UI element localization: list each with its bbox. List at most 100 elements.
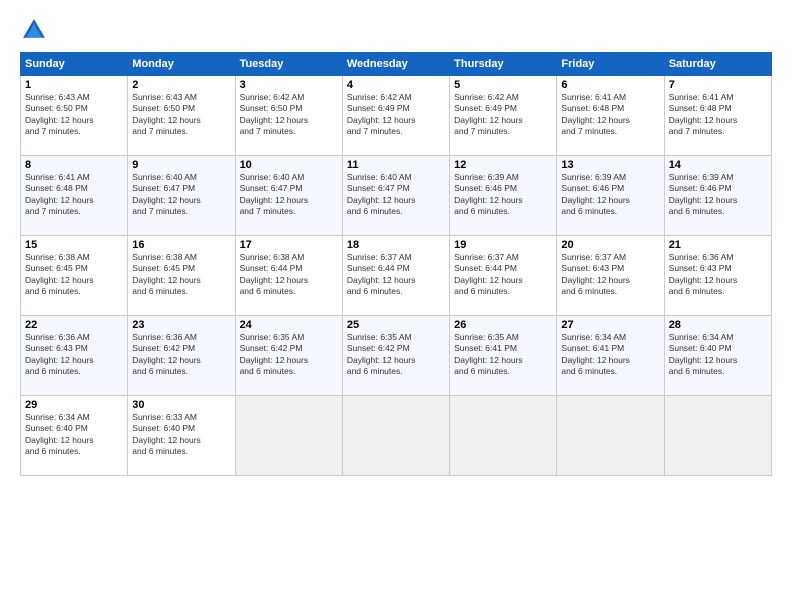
day-info: Sunrise: 6:40 AMSunset: 6:47 PMDaylight:… bbox=[347, 172, 445, 218]
day-cell bbox=[342, 396, 449, 476]
day-number: 10 bbox=[240, 159, 338, 171]
day-number: 5 bbox=[454, 79, 552, 91]
day-cell: 5Sunrise: 6:42 AMSunset: 6:49 PMDaylight… bbox=[450, 76, 557, 156]
day-number: 14 bbox=[669, 159, 767, 171]
week-row-5: 29Sunrise: 6:34 AMSunset: 6:40 PMDayligh… bbox=[21, 396, 772, 476]
day-cell: 25Sunrise: 6:35 AMSunset: 6:42 PMDayligh… bbox=[342, 316, 449, 396]
day-info: Sunrise: 6:38 AMSunset: 6:45 PMDaylight:… bbox=[132, 252, 230, 298]
day-cell: 16Sunrise: 6:38 AMSunset: 6:45 PMDayligh… bbox=[128, 236, 235, 316]
day-info: Sunrise: 6:35 AMSunset: 6:41 PMDaylight:… bbox=[454, 332, 552, 378]
day-cell: 28Sunrise: 6:34 AMSunset: 6:40 PMDayligh… bbox=[664, 316, 771, 396]
week-row-2: 8Sunrise: 6:41 AMSunset: 6:48 PMDaylight… bbox=[21, 156, 772, 236]
day-number: 15 bbox=[25, 239, 123, 251]
col-header-wednesday: Wednesday bbox=[342, 53, 449, 76]
day-info: Sunrise: 6:36 AMSunset: 6:43 PMDaylight:… bbox=[25, 332, 123, 378]
day-number: 12 bbox=[454, 159, 552, 171]
day-info: Sunrise: 6:37 AMSunset: 6:44 PMDaylight:… bbox=[347, 252, 445, 298]
col-header-saturday: Saturday bbox=[664, 53, 771, 76]
day-info: Sunrise: 6:39 AMSunset: 6:46 PMDaylight:… bbox=[561, 172, 659, 218]
day-number: 23 bbox=[132, 319, 230, 331]
logo bbox=[20, 16, 52, 44]
week-row-4: 22Sunrise: 6:36 AMSunset: 6:43 PMDayligh… bbox=[21, 316, 772, 396]
day-info: Sunrise: 6:34 AMSunset: 6:41 PMDaylight:… bbox=[561, 332, 659, 378]
day-cell: 6Sunrise: 6:41 AMSunset: 6:48 PMDaylight… bbox=[557, 76, 664, 156]
day-info: Sunrise: 6:35 AMSunset: 6:42 PMDaylight:… bbox=[240, 332, 338, 378]
day-cell bbox=[235, 396, 342, 476]
day-number: 9 bbox=[132, 159, 230, 171]
day-cell: 9Sunrise: 6:40 AMSunset: 6:47 PMDaylight… bbox=[128, 156, 235, 236]
day-info: Sunrise: 6:33 AMSunset: 6:40 PMDaylight:… bbox=[132, 412, 230, 458]
day-number: 27 bbox=[561, 319, 659, 331]
day-cell: 11Sunrise: 6:40 AMSunset: 6:47 PMDayligh… bbox=[342, 156, 449, 236]
day-number: 18 bbox=[347, 239, 445, 251]
day-info: Sunrise: 6:43 AMSunset: 6:50 PMDaylight:… bbox=[132, 92, 230, 138]
day-info: Sunrise: 6:35 AMSunset: 6:42 PMDaylight:… bbox=[347, 332, 445, 378]
day-cell bbox=[664, 396, 771, 476]
day-number: 11 bbox=[347, 159, 445, 171]
day-cell: 2Sunrise: 6:43 AMSunset: 6:50 PMDaylight… bbox=[128, 76, 235, 156]
day-cell: 15Sunrise: 6:38 AMSunset: 6:45 PMDayligh… bbox=[21, 236, 128, 316]
day-number: 2 bbox=[132, 79, 230, 91]
day-cell: 30Sunrise: 6:33 AMSunset: 6:40 PMDayligh… bbox=[128, 396, 235, 476]
week-row-3: 15Sunrise: 6:38 AMSunset: 6:45 PMDayligh… bbox=[21, 236, 772, 316]
col-header-friday: Friday bbox=[557, 53, 664, 76]
day-info: Sunrise: 6:36 AMSunset: 6:43 PMDaylight:… bbox=[669, 252, 767, 298]
day-number: 3 bbox=[240, 79, 338, 91]
day-number: 26 bbox=[454, 319, 552, 331]
day-number: 30 bbox=[132, 399, 230, 411]
header-row: SundayMondayTuesdayWednesdayThursdayFrid… bbox=[21, 53, 772, 76]
day-cell: 8Sunrise: 6:41 AMSunset: 6:48 PMDaylight… bbox=[21, 156, 128, 236]
day-number: 29 bbox=[25, 399, 123, 411]
day-info: Sunrise: 6:36 AMSunset: 6:42 PMDaylight:… bbox=[132, 332, 230, 378]
day-cell: 21Sunrise: 6:36 AMSunset: 6:43 PMDayligh… bbox=[664, 236, 771, 316]
day-cell: 24Sunrise: 6:35 AMSunset: 6:42 PMDayligh… bbox=[235, 316, 342, 396]
day-cell: 10Sunrise: 6:40 AMSunset: 6:47 PMDayligh… bbox=[235, 156, 342, 236]
col-header-sunday: Sunday bbox=[21, 53, 128, 76]
day-cell: 23Sunrise: 6:36 AMSunset: 6:42 PMDayligh… bbox=[128, 316, 235, 396]
day-cell bbox=[557, 396, 664, 476]
day-cell: 27Sunrise: 6:34 AMSunset: 6:41 PMDayligh… bbox=[557, 316, 664, 396]
day-number: 6 bbox=[561, 79, 659, 91]
calendar-table: SundayMondayTuesdayWednesdayThursdayFrid… bbox=[20, 52, 772, 476]
day-info: Sunrise: 6:40 AMSunset: 6:47 PMDaylight:… bbox=[240, 172, 338, 218]
day-info: Sunrise: 6:37 AMSunset: 6:44 PMDaylight:… bbox=[454, 252, 552, 298]
day-number: 13 bbox=[561, 159, 659, 171]
logo-icon bbox=[20, 16, 48, 44]
day-cell: 4Sunrise: 6:42 AMSunset: 6:49 PMDaylight… bbox=[342, 76, 449, 156]
day-cell: 20Sunrise: 6:37 AMSunset: 6:43 PMDayligh… bbox=[557, 236, 664, 316]
col-header-thursday: Thursday bbox=[450, 53, 557, 76]
day-info: Sunrise: 6:41 AMSunset: 6:48 PMDaylight:… bbox=[669, 92, 767, 138]
day-number: 4 bbox=[347, 79, 445, 91]
day-number: 17 bbox=[240, 239, 338, 251]
day-cell: 18Sunrise: 6:37 AMSunset: 6:44 PMDayligh… bbox=[342, 236, 449, 316]
day-number: 7 bbox=[669, 79, 767, 91]
day-info: Sunrise: 6:38 AMSunset: 6:45 PMDaylight:… bbox=[25, 252, 123, 298]
day-cell: 7Sunrise: 6:41 AMSunset: 6:48 PMDaylight… bbox=[664, 76, 771, 156]
day-cell: 12Sunrise: 6:39 AMSunset: 6:46 PMDayligh… bbox=[450, 156, 557, 236]
col-header-tuesday: Tuesday bbox=[235, 53, 342, 76]
day-cell: 17Sunrise: 6:38 AMSunset: 6:44 PMDayligh… bbox=[235, 236, 342, 316]
week-row-1: 1 Sunrise: 6:43 AMSunset: 6:50 PMDaylight… bbox=[21, 76, 772, 156]
day-cell bbox=[450, 396, 557, 476]
day-info: Sunrise: 6:41 AMSunset: 6:48 PMDaylight:… bbox=[25, 172, 123, 218]
day-number: 1 bbox=[25, 79, 123, 91]
day-info: Sunrise: 6:42 AMSunset: 6:50 PMDaylight:… bbox=[240, 92, 338, 138]
day-info: Sunrise: 6:37 AMSunset: 6:43 PMDaylight:… bbox=[561, 252, 659, 298]
day-number: 16 bbox=[132, 239, 230, 251]
day-number: 19 bbox=[454, 239, 552, 251]
day-info: Sunrise: 6:40 AMSunset: 6:47 PMDaylight:… bbox=[132, 172, 230, 218]
header bbox=[20, 16, 772, 44]
day-number: 22 bbox=[25, 319, 123, 331]
col-header-monday: Monday bbox=[128, 53, 235, 76]
day-info: Sunrise: 6:34 AMSunset: 6:40 PMDaylight:… bbox=[669, 332, 767, 378]
day-info: Sunrise: 6:39 AMSunset: 6:46 PMDaylight:… bbox=[669, 172, 767, 218]
day-number: 28 bbox=[669, 319, 767, 331]
day-number: 8 bbox=[25, 159, 123, 171]
day-cell: 19Sunrise: 6:37 AMSunset: 6:44 PMDayligh… bbox=[450, 236, 557, 316]
day-cell: 3Sunrise: 6:42 AMSunset: 6:50 PMDaylight… bbox=[235, 76, 342, 156]
day-cell: 14Sunrise: 6:39 AMSunset: 6:46 PMDayligh… bbox=[664, 156, 771, 236]
day-cell: 13Sunrise: 6:39 AMSunset: 6:46 PMDayligh… bbox=[557, 156, 664, 236]
day-info: Sunrise: 6:42 AMSunset: 6:49 PMDaylight:… bbox=[454, 92, 552, 138]
day-cell: 1Sunrise: 6:43 AMSunset: 6:50 PMDaylight… bbox=[21, 76, 128, 156]
day-number: 25 bbox=[347, 319, 445, 331]
